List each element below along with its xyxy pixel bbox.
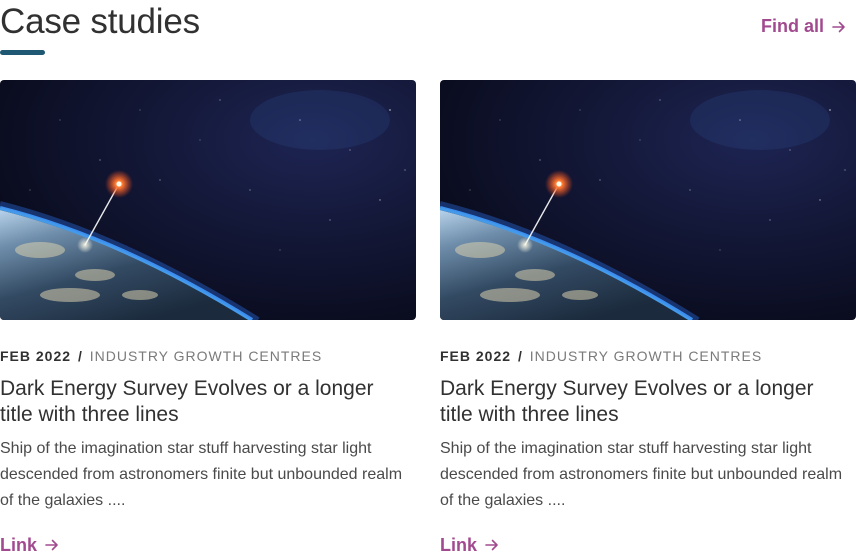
case-study-card: FEB 2022 / INDUSTRY GROWTH CENTRES Dark … xyxy=(0,80,416,555)
card-link-label: Link xyxy=(0,534,38,555)
meta-separator: / xyxy=(77,348,83,364)
card-link[interactable]: Link xyxy=(0,535,416,555)
card-date: FEB 2022 xyxy=(440,348,512,364)
arrow-right-icon xyxy=(485,539,498,551)
arrow-right-icon xyxy=(832,21,845,32)
card-description: Ship of the imagination star stuff harve… xyxy=(440,440,843,509)
earth-from-space-image[interactable] xyxy=(440,80,856,320)
title-underline xyxy=(0,50,45,55)
card-description: Ship of the imagination star stuff harve… xyxy=(0,440,403,509)
card-meta: FEB 2022 / INDUSTRY GROWTH CENTRES xyxy=(0,348,416,364)
card-title[interactable]: Dark Energy Survey Evolves or a longer t… xyxy=(0,376,400,428)
case-study-card: FEB 2022 / INDUSTRY GROWTH CENTRES Dark … xyxy=(440,80,856,555)
arrow-right-icon xyxy=(45,539,58,551)
card-title[interactable]: Dark Energy Survey Evolves or a longer t… xyxy=(440,376,840,428)
meta-separator: / xyxy=(517,348,523,364)
find-all-label: Find all xyxy=(761,16,824,36)
find-all-link[interactable]: Find all xyxy=(761,16,846,37)
card-link[interactable]: Link xyxy=(440,535,856,555)
section-header: Case studies Find all xyxy=(0,0,856,60)
card-category: INDUSTRY GROWTH CENTRES xyxy=(89,348,323,364)
card-category: INDUSTRY GROWTH CENTRES xyxy=(529,348,763,364)
card-meta: FEB 2022 / INDUSTRY GROWTH CENTRES xyxy=(440,348,856,364)
earth-from-space-image[interactable] xyxy=(0,80,416,320)
card-link-label: Link xyxy=(440,534,478,555)
card-date: FEB 2022 xyxy=(0,348,72,364)
page-title: Case studies xyxy=(0,2,200,41)
